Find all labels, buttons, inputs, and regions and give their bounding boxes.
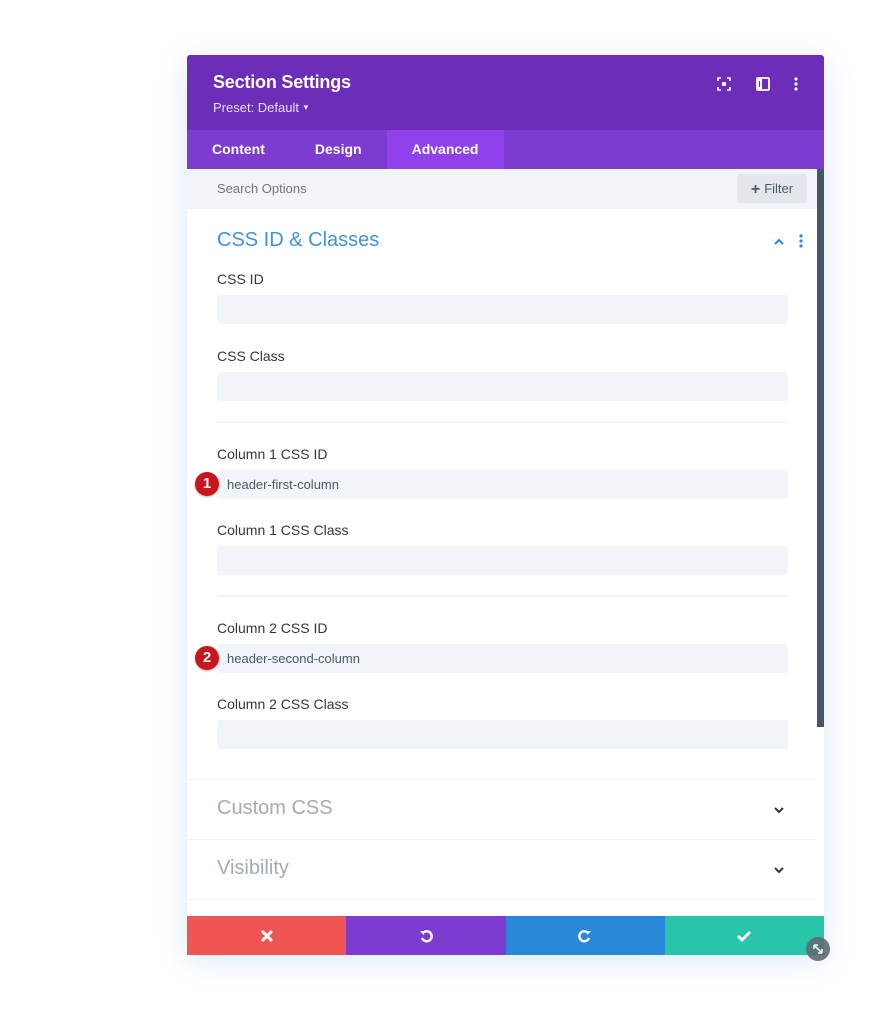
column-1-css-id-input[interactable] bbox=[217, 470, 788, 499]
section-title-css-id-classes[interactable]: CSS ID & Classes bbox=[217, 229, 379, 252]
fullscreen-icon[interactable] bbox=[715, 75, 733, 93]
undo-button[interactable] bbox=[346, 916, 506, 955]
section-custom-css[interactable]: Custom CSS bbox=[187, 779, 817, 839]
css-id-label: CSS ID bbox=[217, 271, 264, 287]
search-options-input[interactable] bbox=[217, 169, 617, 209]
filter-button[interactable]: + Filter bbox=[737, 174, 807, 203]
column-2-css-class-label: Column 2 CSS Class bbox=[217, 696, 349, 712]
search-bar: +Filter bbox=[187, 169, 817, 209]
more-options-icon[interactable] bbox=[787, 75, 805, 93]
css-id-input[interactable] bbox=[217, 295, 788, 324]
chevron-up-icon[interactable] bbox=[772, 235, 786, 249]
tab-advanced[interactable]: Advanced bbox=[386, 130, 504, 169]
annotation-badge-2: 2 bbox=[195, 646, 219, 670]
column-1-css-class-label: Column 1 CSS Class bbox=[217, 522, 349, 538]
close-icon bbox=[261, 930, 273, 941]
chevron-down-icon bbox=[774, 867, 784, 874]
tab-content[interactable]: Content bbox=[187, 130, 290, 169]
section-options-icon[interactable] bbox=[796, 233, 806, 249]
css-class-label: CSS Class bbox=[217, 348, 285, 364]
filter-label: Filter bbox=[764, 181, 794, 196]
modal-title: Section Settings bbox=[213, 72, 351, 92]
resize-handle[interactable] bbox=[806, 937, 830, 961]
discard-button[interactable] bbox=[187, 916, 347, 955]
save-button[interactable] bbox=[664, 916, 824, 955]
section-title-custom-css: Custom CSS bbox=[217, 797, 333, 819]
annotation-badge-1: 1 bbox=[195, 472, 219, 496]
tab-design[interactable]: Design bbox=[290, 130, 387, 169]
divider bbox=[217, 595, 788, 597]
modal-footer bbox=[187, 916, 824, 955]
section-title-visibility: Visibility bbox=[217, 857, 289, 879]
redo-button[interactable] bbox=[505, 916, 665, 955]
divider bbox=[187, 899, 817, 900]
redo-icon bbox=[578, 929, 592, 942]
column-1-css-id-label: Column 1 CSS ID bbox=[217, 446, 328, 462]
scrollbar[interactable] bbox=[817, 169, 824, 727]
column-2-css-id-label: Column 2 CSS ID bbox=[217, 620, 328, 636]
css-class-input[interactable] bbox=[217, 372, 788, 401]
preset-selector[interactable]: Preset: Default ▼ bbox=[213, 100, 310, 115]
caret-down-icon: ▼ bbox=[302, 103, 310, 112]
section-settings-modal: Section Settings Preset: Default ▼ Conten… bbox=[187, 55, 824, 955]
column-2-css-id-input[interactable] bbox=[217, 644, 788, 673]
section-visibility[interactable]: Visibility bbox=[187, 839, 817, 899]
check-icon bbox=[737, 930, 752, 942]
column-2-css-class-input[interactable] bbox=[217, 720, 788, 749]
tab-bar: Content Design Advanced bbox=[187, 130, 824, 169]
chevron-down-icon bbox=[774, 807, 784, 814]
split-view-icon[interactable] bbox=[754, 75, 772, 93]
plus-icon: + bbox=[750, 181, 761, 198]
preset-label: Preset: Default bbox=[213, 100, 299, 115]
column-1-css-class-input[interactable] bbox=[217, 546, 788, 575]
undo-icon bbox=[419, 929, 433, 942]
resize-icon bbox=[813, 944, 823, 954]
divider bbox=[217, 421, 788, 423]
modal-header: Section Settings Preset: Default ▼ bbox=[187, 55, 824, 130]
